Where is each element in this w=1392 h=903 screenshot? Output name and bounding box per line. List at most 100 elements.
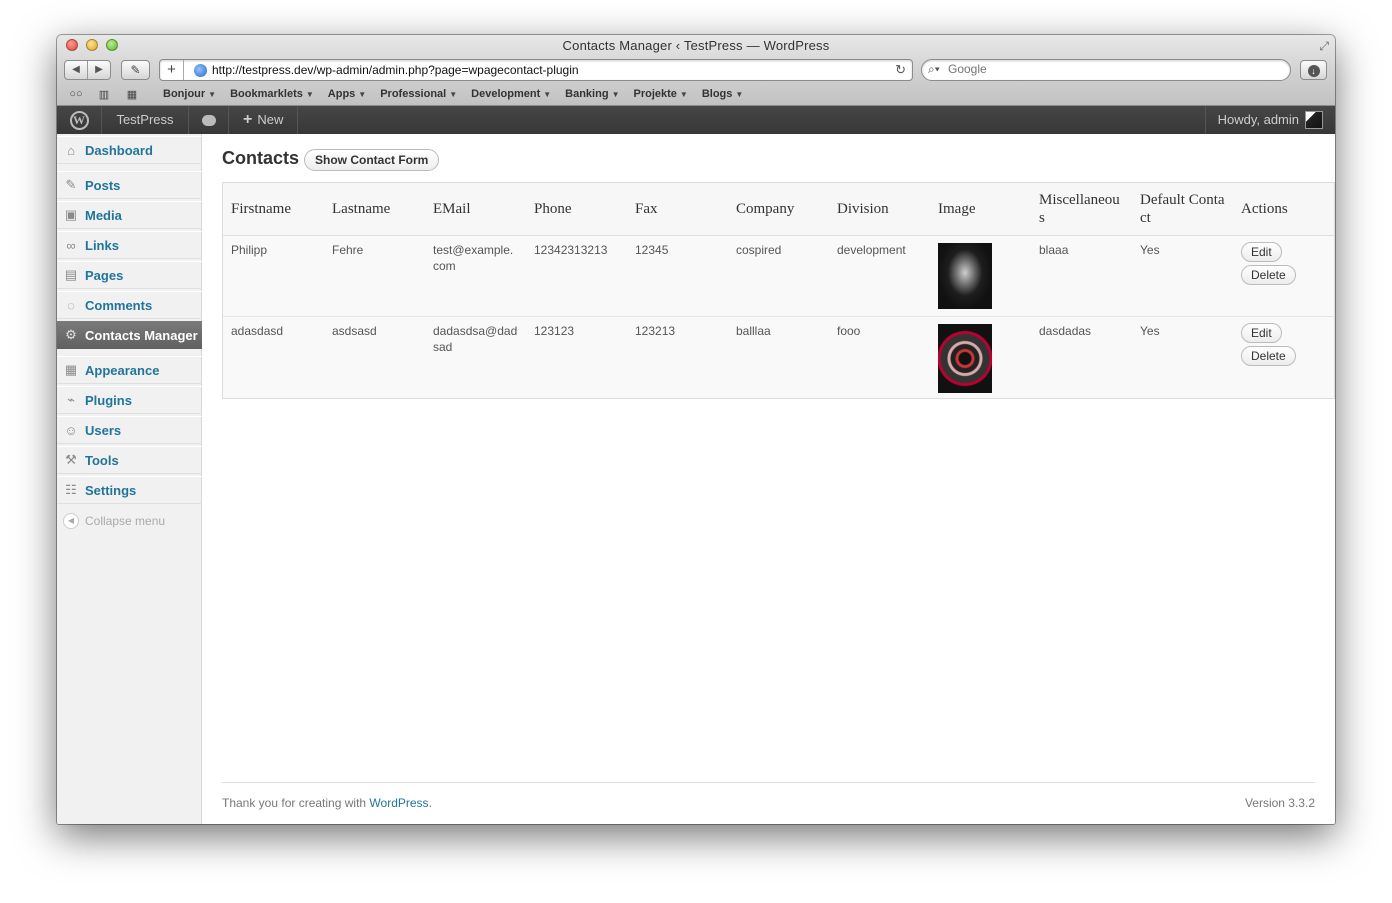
collapse-menu-button[interactable]: ◀ Collapse menu <box>57 510 202 532</box>
tools-icon: ⚒ <box>65 452 77 467</box>
window-title: Contacts Manager ‹ TestPress — WordPress <box>562 38 830 53</box>
sidebar-item-appearance[interactable]: ▦ Appearance <box>57 356 202 384</box>
delete-button[interactable]: Delete <box>1241 346 1296 366</box>
collapse-arrow-icon: ◀ <box>63 513 79 529</box>
back-button[interactable]: ◀ <box>65 61 88 79</box>
cell-firstname: adasdasd <box>231 324 284 338</box>
sidebar-item-label: Posts <box>85 177 121 193</box>
cell-company: balllaa <box>736 324 771 338</box>
sidebar-item-plugins[interactable]: ⌁ Plugins <box>57 386 202 414</box>
cell-company: cospired <box>736 243 782 257</box>
bookmark-folder[interactable]: Professional ▼ <box>380 88 457 100</box>
column-header: Firstname <box>231 201 291 217</box>
bookmark-label: Bookmarklets <box>230 88 303 100</box>
show-contact-form-button[interactable]: Show Contact Form <box>304 149 440 171</box>
add-bookmark-icon[interactable]: + <box>160 60 184 80</box>
url-text[interactable]: http://testpress.dev/wp-admin/admin.php?… <box>212 63 579 77</box>
bookmark-folder[interactable]: Blogs ▼ <box>702 88 743 100</box>
share-button[interactable]: ✎ <box>121 60 150 80</box>
cell-phone: 123123 <box>534 324 575 338</box>
howdy-label: Howdy, admin <box>1217 112 1299 127</box>
column-header: EMail <box>433 201 471 217</box>
new-content-menu[interactable]: + New <box>229 106 299 134</box>
download-icon: ↓ <box>1307 65 1320 77</box>
cell-firstname: Philipp <box>231 243 268 257</box>
fullscreen-icon[interactable]: ⤢ <box>1319 39 1329 54</box>
sidebar-item-users[interactable]: ☺ Users <box>57 416 202 444</box>
site-name-link[interactable]: TestPress <box>102 106 189 134</box>
edit-button[interactable]: Edit <box>1241 323 1282 343</box>
forward-button[interactable]: ▶ <box>88 61 110 79</box>
cell-actions: Edit Delete <box>1233 317 1334 398</box>
sidebar-item-label: Media <box>85 207 122 223</box>
bookmarks-bar: ○○ ▥ ▦ Bonjour ▼ Bookmarklets ▼ Apps ▼ Prof… <box>65 86 743 102</box>
bookmark-folder[interactable]: Projekte ▼ <box>633 88 687 100</box>
sidebar-item-label: Users <box>85 422 122 438</box>
reading-list-icon[interactable]: ○○ <box>65 88 87 100</box>
column-header: Miscellaneous <box>1039 192 1120 226</box>
search-icon: ⌕▾ <box>928 62 940 76</box>
edit-button[interactable]: Edit <box>1241 242 1282 262</box>
bookmark-folder[interactable]: Banking ▼ <box>565 88 619 100</box>
address-bar[interactable]: + http://testpress.dev/wp-admin/admin.ph… <box>159 59 913 81</box>
link-icon: ∞ <box>66 237 76 253</box>
sidebar-item-label: Settings <box>85 482 137 498</box>
sidebar-item-settings[interactable]: ☷ Settings <box>57 476 202 504</box>
sidebar-item-posts[interactable]: ✎ Posts <box>57 171 202 199</box>
delete-button[interactable]: Delete <box>1241 265 1296 285</box>
bookmarks-book-icon[interactable]: ▥ <box>93 88 115 101</box>
cell-image <box>930 236 1031 316</box>
bookmark-label: Development <box>471 88 541 100</box>
admin-sidebar: ⌂ Dashboard ✎ Posts ▣ Media ∞ Links ▤ Pages ◌… <box>57 134 210 824</box>
plus-icon: + <box>243 111 253 128</box>
cell-image <box>930 317 1031 398</box>
contact-photo <box>938 324 992 393</box>
browser-window: Contacts Manager ‹ TestPress — WordPress… <box>57 35 1335 824</box>
cell-default-contact: Yes <box>1140 243 1160 257</box>
plugin-icon: ⌁ <box>67 392 75 407</box>
appearance-icon: ▦ <box>64 362 78 377</box>
sidebar-item-comments[interactable]: ◌ Comments <box>57 291 202 319</box>
cell-division: fooo <box>837 324 861 338</box>
sidebar-item-contacts-manager[interactable]: ⚙ Contacts Manager <box>57 321 210 349</box>
cell-actions: Edit Delete <box>1233 236 1334 316</box>
footer-period: . <box>428 796 432 810</box>
cell-phone: 12342313213 <box>534 243 608 257</box>
search-field[interactable]: ⌕▾ <box>921 59 1291 81</box>
sidebar-item-dashboard[interactable]: ⌂ Dashboard <box>57 136 202 164</box>
column-header: Company <box>736 201 795 217</box>
comments-link[interactable] <box>189 106 229 134</box>
top-sites-icon[interactable]: ▦ <box>121 88 143 101</box>
sidebar-item-pages[interactable]: ▤ Pages <box>57 261 202 289</box>
bookmark-folder[interactable]: Development ▼ <box>471 88 551 100</box>
reload-icon[interactable]: ↻ <box>895 62 906 78</box>
comment-bubble-icon <box>201 115 216 127</box>
downloads-button[interactable]: ↓ <box>1300 60 1327 80</box>
cell-lastname: asdsasd <box>332 324 377 338</box>
collapse-label: Collapse menu <box>85 514 166 528</box>
sidebar-item-media[interactable]: ▣ Media <box>57 201 202 229</box>
contact-photo <box>938 243 992 309</box>
media-icon: ▣ <box>64 207 78 222</box>
bookmark-folder[interactable]: Bonjour ▼ <box>163 88 216 100</box>
column-header: Lastname <box>332 201 391 217</box>
chevron-down-icon: ▼ <box>543 89 552 99</box>
column-header: Phone <box>534 201 572 217</box>
sidebar-item-links[interactable]: ∞ Links <box>57 231 202 259</box>
main-content: Contacts Show Contact Form Firstname Las… <box>202 134 1335 824</box>
avatar <box>1305 111 1323 129</box>
chevron-down-icon: ▼ <box>679 89 688 99</box>
sidebar-item-label: Plugins <box>85 392 132 408</box>
bookmark-folder[interactable]: Bookmarklets ▼ <box>230 88 314 100</box>
chevron-down-icon: ▼ <box>208 89 217 99</box>
bookmark-folder[interactable]: Apps ▼ <box>328 88 366 100</box>
account-menu[interactable]: Howdy, admin <box>1204 106 1335 134</box>
wordpress-link[interactable]: WordPress <box>369 796 428 810</box>
search-input[interactable] <box>948 62 1278 76</box>
sidebar-item-tools[interactable]: ⚒ Tools <box>57 446 202 474</box>
column-header: Image <box>938 201 976 217</box>
pushpin-icon: ✎ <box>65 177 77 192</box>
cell-division: development <box>837 243 906 257</box>
chevron-down-icon: ▼ <box>305 89 314 99</box>
wordpress-logo-menu[interactable]: W <box>57 106 102 134</box>
